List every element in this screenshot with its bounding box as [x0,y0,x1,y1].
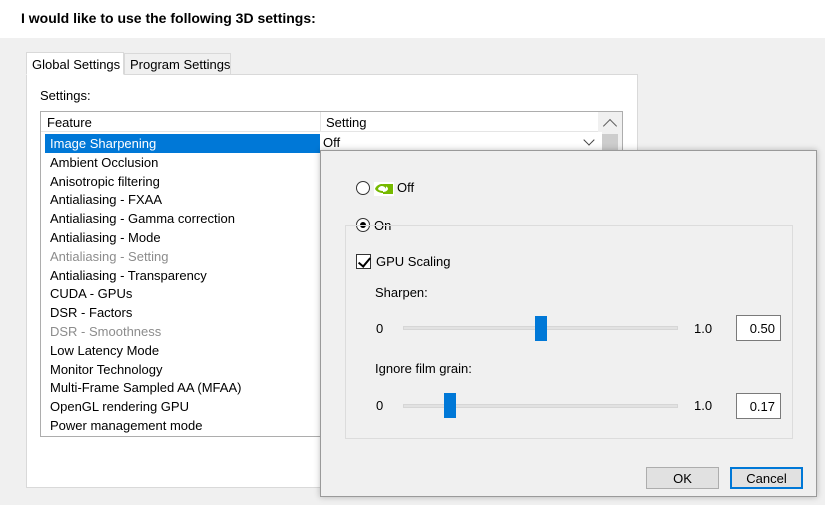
gpu-scaling-label: GPU Scaling [376,254,451,269]
film-grain-max-label: 1.0 [694,398,713,413]
film-grain-value-input[interactable]: 0.17 [736,393,781,419]
column-header-feature[interactable]: Feature [47,115,92,130]
setting-value-text: Off [323,135,341,150]
column-header-setting[interactable]: Setting [326,115,366,130]
tab-program-settings[interactable]: Program Settings [124,53,231,75]
sharpen-min-label: 0 [376,321,384,336]
film-grain-min-label: 0 [376,398,384,413]
sharpen-label: Sharpen: [375,285,428,300]
scroll-up-arrow-icon[interactable] [602,118,618,134]
sharpen-value-input[interactable]: 0.50 [736,315,781,341]
tab-global-settings[interactable]: Global Settings [26,52,124,75]
off-radio[interactable] [356,181,370,195]
image-sharpening-popup: Off On GPU Scaling Sharpen: 0 1.0 0.50 I… [320,150,817,497]
gpu-scaling-checkbox[interactable] [356,254,371,269]
sharpen-max-label: 1.0 [694,321,713,336]
page-heading: I would like to use the following 3D set… [21,10,316,26]
list-item-selected[interactable]: Image Sharpening [45,134,320,153]
setting-value-dropdown[interactable]: Off [320,132,602,152]
settings-label: Settings: [40,88,91,103]
film-grain-label: Ignore film grain: [375,361,472,376]
film-grain-slider-thumb[interactable] [443,393,456,418]
chevron-down-icon [583,134,595,146]
off-option-label: Off [397,180,415,195]
sharpen-slider-thumb[interactable] [534,316,547,341]
listview-header: Feature Setting [41,112,598,132]
cancel-button[interactable]: Cancel [730,467,803,489]
nvidia-logo-icon [374,182,394,196]
column-divider[interactable] [320,112,321,132]
ok-button[interactable]: OK [646,467,719,489]
